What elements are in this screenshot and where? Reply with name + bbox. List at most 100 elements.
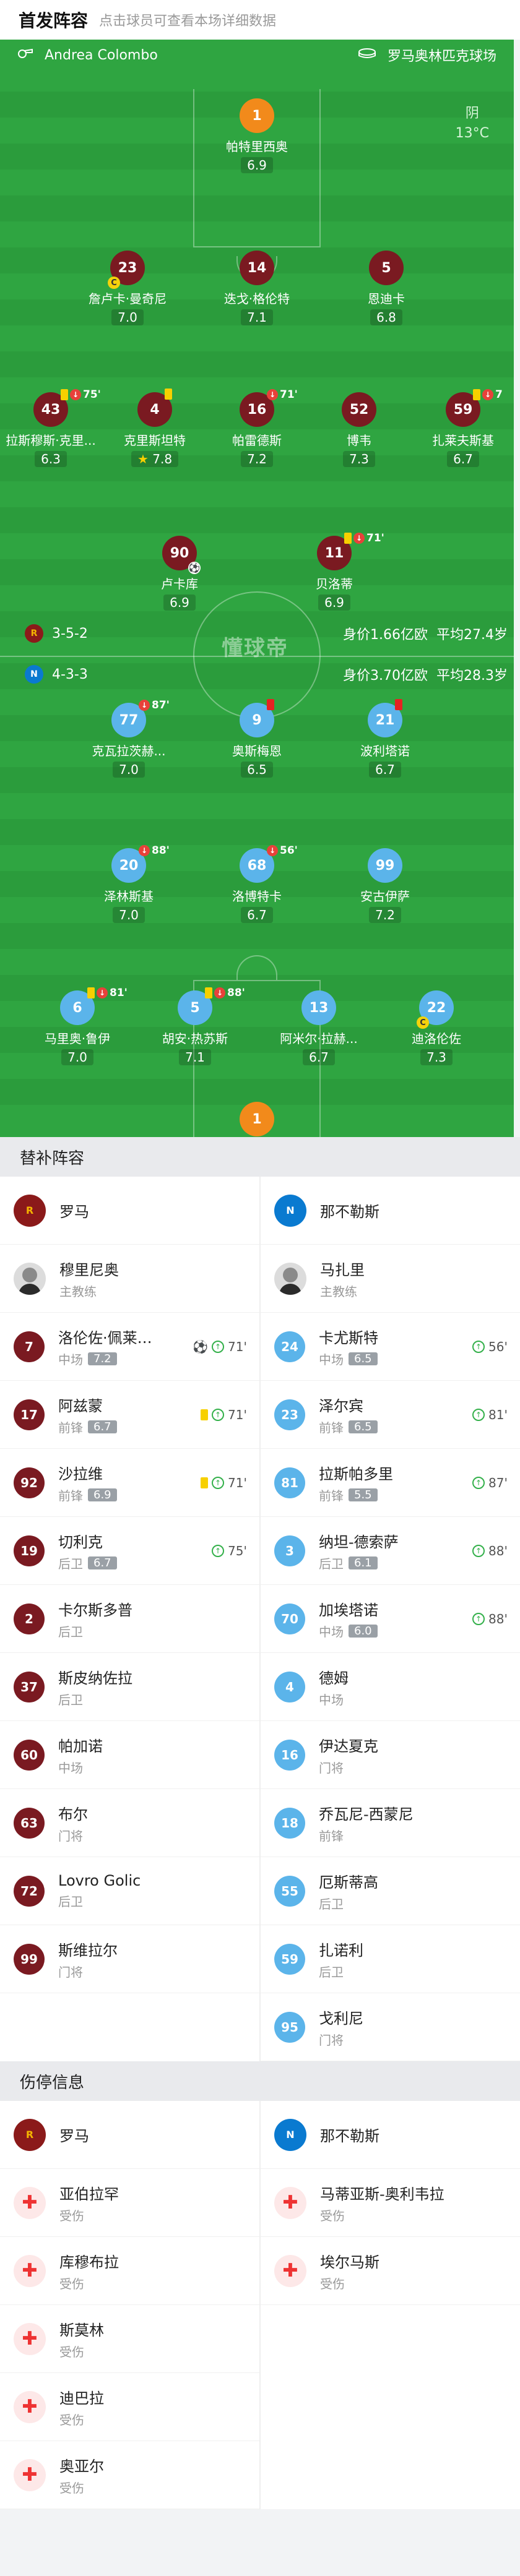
sub-player-position: 中场 [58, 1760, 83, 1775]
sub-out-minute: 81' [110, 987, 128, 999]
player-number-badge[interactable]: 13 [301, 990, 336, 1025]
injured-player-name: 库穆布拉 [59, 2253, 119, 2271]
sub-player-position-line: 前锋 5.5 [319, 1486, 393, 1504]
sub-player-row[interactable]: 23 泽尔宾 前锋 6.5 ↑ 81' [261, 1381, 520, 1449]
injury-row[interactable]: ✚ 马蒂亚斯-奥利韦拉 受伤 [261, 2169, 520, 2237]
player-rating: 6.9 [163, 595, 196, 611]
player-away[interactable]: 1梅雷特7.2 [201, 1102, 313, 1137]
sub-player-row[interactable]: 72 Lovro Golic 后卫 [0, 1857, 259, 1925]
sub-player-position-line: 后卫 6.7 [58, 1554, 117, 1572]
injury-row[interactable]: ✚ 库穆布拉 受伤 [0, 2237, 259, 2305]
player-home[interactable]: 14 迭戈·格伦特 7.1 [201, 251, 313, 325]
player-number-badge[interactable]: 5 ↓ 88' [178, 987, 245, 1025]
player-number-badge[interactable]: 14 [240, 251, 274, 285]
player-home[interactable]: 1 帕特里西奥 6.9 [201, 98, 313, 173]
player-home[interactable]: 5 恩迪卡 6.8 [331, 251, 442, 325]
sub-events: ↑ 56' [472, 1339, 508, 1354]
sub-player-row[interactable]: 59 扎诺利 后卫 [261, 1925, 520, 1993]
home-coach-row[interactable]: 穆里尼奥 主教练 [0, 1245, 259, 1313]
sub-player-row[interactable]: 16 伊达夏克 门将 [261, 1721, 520, 1789]
player-home[interactable]: 16 ↓ 71' 帕雷德斯 7.2 [201, 389, 313, 467]
player-away[interactable]: 21 波利塔诺 6.7 [329, 699, 441, 778]
player-number-badge[interactable]: 1 [240, 1102, 274, 1136]
sub-player-row[interactable]: 17 阿兹蒙 前锋 6.7 ↑ 71' [0, 1381, 259, 1449]
sub-player-info: 乔瓦尼-西蒙尼 前锋 [319, 1802, 414, 1844]
player-home[interactable]: 59 ↓ 7 扎莱夫斯基 6.7 [407, 389, 514, 467]
injury-row[interactable]: ✚ 埃尔马斯 受伤 [261, 2237, 520, 2305]
away-coach-row[interactable]: 马扎里 主教练 [261, 1245, 520, 1313]
player-number-badge[interactable]: 5 [369, 251, 404, 285]
sub-player-row[interactable]: 2 卡尔斯多普 后卫 [0, 1585, 259, 1653]
sub-player-row[interactable]: 24 卡尤斯特 中场 6.5 ↑ 56' [261, 1313, 520, 1381]
player-away[interactable]: 77 ↓ 87' 克瓦拉茨赫... 7.0 [73, 699, 184, 778]
player-home[interactable]: 52 博韦 7.3 [303, 392, 415, 467]
sub-player-row[interactable]: 7 洛伦佐·佩莱… 中场 7.2 ⚽ ↑ 71' [0, 1313, 259, 1381]
player-number-badge[interactable]: 9 [240, 699, 274, 737]
player-home[interactable]: 4 克里斯坦特 ★ 7.8 [99, 389, 210, 467]
home-age: 平均27.4岁 [436, 627, 508, 643]
injury-row[interactable]: ✚ 亚伯拉罕 受伤 [0, 2169, 259, 2237]
injury-row[interactable]: ✚ 斯莫林 受伤 [0, 2305, 259, 2373]
player-number-badge[interactable]: 68 ↓ 56' [240, 844, 298, 883]
player-number-badge[interactable]: 52 [342, 392, 376, 427]
sub-player-row[interactable]: 95 戈利尼 门将 [261, 1993, 520, 2061]
player-rating: 7.0 [113, 762, 145, 778]
player-away[interactable]: 5 ↓ 88' 胡安·热苏斯 7.1 [139, 987, 251, 1065]
player-name: 克里斯坦特 [124, 433, 186, 448]
player-number-badge[interactable]: 99 [368, 848, 402, 883]
sub-player-row[interactable]: 37 斯皮纳佐拉 后卫 [0, 1653, 259, 1721]
player-number-badge[interactable]: 90 ⚽ [162, 536, 201, 574]
player-events: ↓ 88' [205, 987, 245, 999]
sub-player-row[interactable]: 63 布尔 门将 [0, 1789, 259, 1857]
player-away[interactable]: 13 阿米尔·拉赫... 6.7 [263, 990, 375, 1065]
player-number-badge[interactable]: 59 ↓ 7 [446, 389, 503, 427]
sub-player-row[interactable]: 4 德姆 中场 [261, 1653, 520, 1721]
player-number-badge: 7 [14, 1331, 45, 1362]
player-home[interactable]: 90 ⚽ 卢卡库 6.9 [124, 536, 235, 611]
subs-home-team-row[interactable]: R 罗马 [0, 1177, 259, 1245]
player-home[interactable]: 43 ↓ 75' 拉斯穆斯·克里... 6.3 [0, 389, 106, 467]
player-number-badge[interactable]: 23 C [108, 251, 145, 289]
medical-cross-icon: ✚ [14, 2458, 46, 2491]
player-away[interactable]: 20 ↓ 88' 泽林斯基 7.0 [73, 844, 184, 923]
sub-player-row[interactable]: 60 帕加诺 中场 [0, 1721, 259, 1789]
player-number-badge[interactable]: 16 ↓ 71' [240, 389, 298, 427]
sub-player-row[interactable]: 18 乔瓦尼-西蒙尼 前锋 [261, 1789, 520, 1857]
player-number-badge[interactable]: 21 [368, 699, 402, 737]
player-number-badge[interactable]: 20 ↓ 88' [111, 844, 170, 883]
sub-player-row[interactable]: 19 切利克 后卫 6.7 ↑ 75' [0, 1517, 259, 1585]
player-number-badge: 19 [14, 1535, 45, 1566]
player-number-badge[interactable]: 11 ↓ 71' [317, 532, 384, 570]
home-value: 身价1.66亿欧 [343, 627, 428, 643]
sub-in-minute: 88' [488, 1543, 508, 1558]
player-away[interactable]: 9 奥斯梅恩 6.5 [201, 699, 313, 778]
player-number-badge[interactable]: 77 ↓ 87' [111, 699, 170, 737]
injury-row[interactable]: ✚ 奥亚尔 受伤 [0, 2441, 259, 2509]
injury-row[interactable]: ✚ 迪巴拉 受伤 [0, 2373, 259, 2441]
player-name: 波利塔诺 [360, 744, 410, 758]
injury-away-team-row[interactable]: N 那不勒斯 [261, 2101, 520, 2169]
subs-away-team-row[interactable]: N 那不勒斯 [261, 1177, 520, 1245]
sub-player-row[interactable]: 3 纳坦-德索萨 后卫 6.1 ↑ 88' [261, 1517, 520, 1585]
sub-player-row[interactable]: 99 斯维拉尔 门将 [0, 1925, 259, 1993]
player-events: ↓ 75' [61, 389, 101, 401]
player-number-badge[interactable]: 6 ↓ 81' [60, 987, 128, 1025]
player-away[interactable]: 6 ↓ 81' 马里奥·鲁伊 7.0 [22, 987, 133, 1065]
player-number-badge[interactable]: 22 C [417, 990, 454, 1029]
sub-player-row[interactable]: 92 沙拉维 前锋 6.9 ↑ 71' [0, 1449, 259, 1517]
sub-player-row[interactable]: 55 厄斯蒂高 后卫 [261, 1857, 520, 1925]
player-number-badge[interactable]: 1 [240, 98, 274, 133]
player-name: 扎莱夫斯基 [432, 433, 494, 448]
injury-home-team-row[interactable]: R 罗马 [0, 2101, 259, 2169]
player-number-badge[interactable]: 4 [137, 389, 172, 427]
player-home[interactable]: 11 ↓ 71' 贝洛蒂 6.9 [279, 532, 390, 611]
player-home[interactable]: 23 C 詹卢卡·曼奇尼 7.0 [72, 251, 183, 325]
sub-player-row[interactable]: 81 拉斯帕多里 前锋 5.5 ↑ 87' [261, 1449, 520, 1517]
player-name: 马里奥·鲁伊 [44, 1031, 111, 1046]
player-number-badge[interactable]: 43 ↓ 75' [33, 389, 101, 427]
player-name: 迪洛伦佐 [412, 1031, 461, 1046]
player-away[interactable]: 68 ↓ 56' 洛博特卡 6.7 [201, 844, 313, 923]
sub-player-row[interactable]: 70 加埃塔诺 中场 6.0 ↑ 88' [261, 1585, 520, 1653]
player-away[interactable]: 99 安古伊萨 7.2 [329, 848, 441, 923]
player-away[interactable]: 22 C 迪洛伦佐 7.3 [381, 990, 492, 1065]
